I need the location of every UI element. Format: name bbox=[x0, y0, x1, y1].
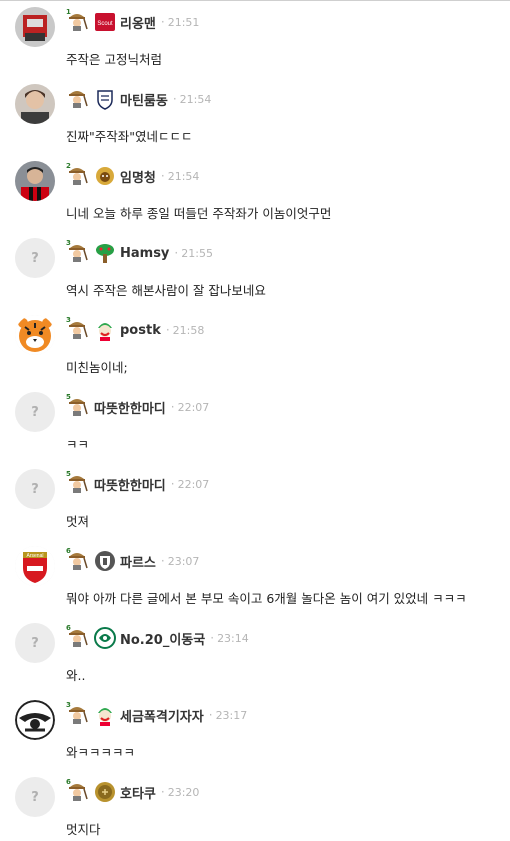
tree-icon bbox=[94, 242, 116, 264]
nickname[interactable]: 호타쿠 bbox=[120, 783, 156, 802]
comment-header: 6 No.20_이동국 · 23:14 bbox=[66, 624, 249, 652]
comment-header: 3 세금폭격기자자 · 23:17 bbox=[66, 701, 247, 729]
separator-dot: · bbox=[160, 169, 165, 183]
comment-time: 22:07 bbox=[177, 400, 210, 414]
lion-emblem-icon bbox=[94, 165, 116, 187]
level-badge-icon: 3 bbox=[66, 702, 92, 728]
comment-header: 6 파르스 · 23:07 bbox=[66, 547, 199, 575]
comment-text: 미친놈이네; bbox=[66, 360, 128, 375]
level-number: 6 bbox=[66, 778, 71, 786]
comment-text: 멋지다 bbox=[66, 822, 101, 837]
level-badge-icon bbox=[66, 86, 92, 112]
comment-text: ㅋㅋ bbox=[66, 437, 90, 452]
level-number: 3 bbox=[66, 316, 71, 324]
level-badge-icon: 6 bbox=[66, 625, 92, 651]
comment-text: 와.. bbox=[66, 668, 86, 683]
comment-text: 주작은 고정닉처럼 bbox=[66, 52, 162, 67]
separator-dot: · bbox=[172, 92, 177, 106]
nickname[interactable]: 따뜻한한마디 bbox=[94, 398, 166, 417]
scout-badge-icon: Scout bbox=[94, 11, 116, 33]
level-badge-icon: 3 bbox=[66, 317, 92, 343]
joker-icon bbox=[94, 319, 116, 341]
comment-time: 23:17 bbox=[215, 708, 248, 722]
comment-time: 21:51 bbox=[167, 15, 200, 29]
level-number: 6 bbox=[66, 624, 71, 632]
comment-header: 3 Hamsy · 21:55 bbox=[66, 239, 213, 267]
level-number: 1 bbox=[66, 8, 71, 16]
user-avatar[interactable]: ? bbox=[15, 392, 55, 432]
club-crest-icon bbox=[94, 550, 116, 572]
nickname[interactable]: 세금폭격기자자 bbox=[120, 706, 204, 725]
comment-text: 와ㅋㅋㅋㅋㅋ bbox=[66, 745, 136, 760]
user-avatar[interactable] bbox=[15, 700, 55, 740]
comment-header: 2 임명청 · 21:54 bbox=[66, 162, 199, 190]
nickname[interactable]: No.20_이동국 bbox=[120, 629, 205, 648]
comment-time: 23:20 bbox=[167, 785, 200, 799]
nickname[interactable]: postk bbox=[120, 323, 161, 338]
user-avatar[interactable] bbox=[15, 161, 55, 201]
comment-text: 니네 오늘 하루 종일 떠들던 주작좌가 이놈이엇구먼 bbox=[66, 206, 332, 221]
user-avatar[interactable]: ? bbox=[15, 238, 55, 278]
comment-text: 진짜"주작좌"였네ㄷㄷㄷ bbox=[66, 129, 193, 144]
comment-text: 뭐야 아까 다른 글에서 본 부모 속이고 6개월 놀다온 놈이 여기 있었네 … bbox=[66, 591, 467, 606]
level-badge-icon: 5 bbox=[66, 471, 92, 497]
svg-text:Scout: Scout bbox=[97, 21, 113, 27]
comment-time: 21:54 bbox=[179, 92, 212, 106]
separator-dot: · bbox=[160, 785, 165, 799]
svg-text:Arsenal: Arsenal bbox=[27, 553, 44, 559]
comment-time: 21:55 bbox=[181, 246, 213, 260]
nickname[interactable]: 임명청 bbox=[120, 167, 156, 186]
nickname[interactable]: 따뜻한한마디 bbox=[94, 475, 166, 494]
joker-icon bbox=[94, 704, 116, 726]
level-badge-icon: 6 bbox=[66, 548, 92, 574]
comment-time: 21:58 bbox=[172, 323, 205, 337]
user-avatar[interactable]: ? bbox=[15, 469, 55, 509]
comment-time: 23:14 bbox=[217, 631, 249, 645]
crest-icon bbox=[94, 88, 116, 110]
separator-dot: · bbox=[165, 323, 170, 337]
level-number: 5 bbox=[66, 393, 71, 401]
user-avatar[interactable]: ? bbox=[15, 777, 55, 817]
comment-header: 6 호타쿠 · 23:20 bbox=[66, 778, 199, 806]
comment-time: 21:54 bbox=[167, 169, 200, 183]
separator-dot: · bbox=[170, 400, 175, 414]
user-avatar[interactable]: Arsenal bbox=[15, 546, 55, 586]
user-avatar[interactable] bbox=[15, 84, 55, 124]
comment-time: 23:07 bbox=[167, 554, 200, 568]
separator-dot: · bbox=[174, 246, 179, 260]
level-badge-icon: 3 bbox=[66, 240, 92, 266]
green-emblem-icon bbox=[94, 627, 116, 649]
user-avatar[interactable] bbox=[15, 315, 55, 355]
nickname[interactable]: 파르스 bbox=[120, 552, 156, 571]
comment-time: 22:07 bbox=[177, 477, 210, 491]
comment-header: 5 따뜻한한마디 · 22:07 bbox=[66, 393, 209, 421]
comment-header: 5 따뜻한한마디 · 22:07 bbox=[66, 470, 209, 498]
level-number: 2 bbox=[66, 162, 71, 170]
level-number: 5 bbox=[66, 470, 71, 478]
separator-dot: · bbox=[160, 15, 165, 29]
nickname[interactable]: Hamsy bbox=[120, 246, 169, 261]
level-badge-icon: 5 bbox=[66, 394, 92, 420]
level-number: 6 bbox=[66, 547, 71, 555]
comment-header: 마틴룸동 · 21:54 bbox=[66, 85, 211, 113]
comment-text: 역시 주작은 해본사람이 잘 잡나보네요 bbox=[66, 283, 266, 298]
gold-coin-icon bbox=[94, 781, 116, 803]
user-avatar[interactable]: ? bbox=[15, 623, 55, 663]
user-avatar[interactable] bbox=[15, 7, 55, 47]
level-number: 3 bbox=[66, 239, 71, 247]
top-divider bbox=[0, 0, 510, 1]
nickname[interactable]: 마틴룸동 bbox=[120, 90, 168, 109]
comment-header: 3 postk · 21:58 bbox=[66, 316, 204, 344]
level-badge-icon: 6 bbox=[66, 779, 92, 805]
level-badge-icon: 1 bbox=[66, 9, 92, 35]
separator-dot: · bbox=[210, 631, 215, 645]
separator-dot: · bbox=[160, 554, 165, 568]
comment-header: 1 Scout 리옹맨 · 21:51 bbox=[66, 8, 199, 36]
level-number: 3 bbox=[66, 701, 71, 709]
nickname[interactable]: 리옹맨 bbox=[120, 13, 156, 32]
comment-text: 멋져 bbox=[66, 514, 90, 529]
level-badge-icon: 2 bbox=[66, 163, 92, 189]
separator-dot: · bbox=[170, 477, 175, 491]
separator-dot: · bbox=[208, 708, 213, 722]
